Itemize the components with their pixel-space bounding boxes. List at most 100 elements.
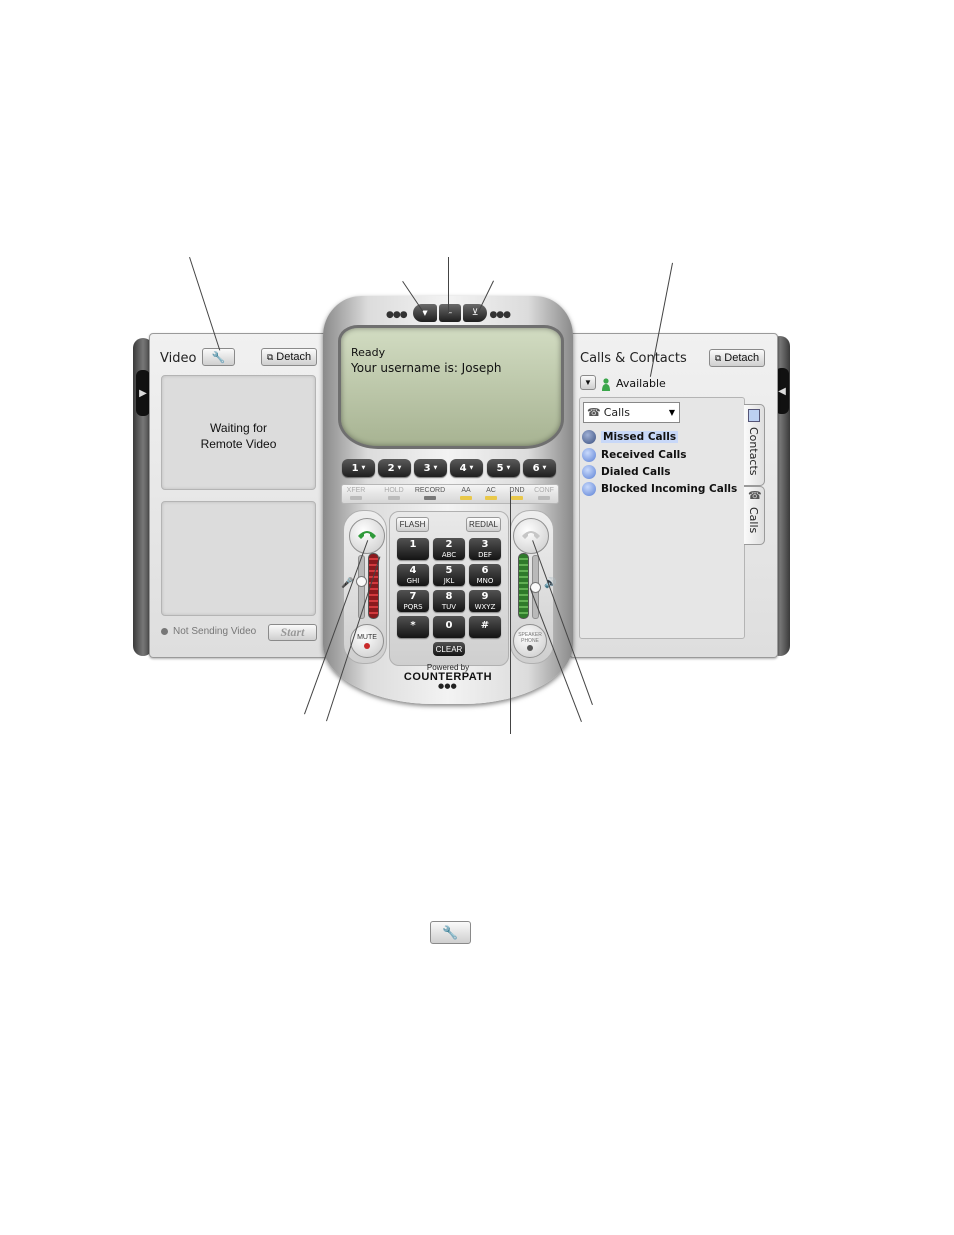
call-list-missed[interactable]: Missed Calls — [582, 430, 679, 444]
call-list-label: Received Calls — [601, 449, 687, 461]
line-key-2[interactable]: 2 ▼ — [378, 459, 411, 477]
keypad-key-hash[interactable]: # — [469, 616, 501, 638]
call-list-blocked[interactable]: Blocked Incoming Calls — [582, 482, 737, 496]
key-digit: 3 — [481, 539, 489, 550]
line-key-5[interactable]: 5 ▼ — [487, 459, 520, 477]
dots-right: ●●● — [489, 310, 511, 320]
keypad-key-2[interactable]: 2 ABC — [433, 538, 465, 560]
redial-button[interactable]: REDIAL — [466, 517, 501, 532]
contacts-detach-label: Detach — [724, 352, 760, 364]
keypad-key-1[interactable]: 1 — [397, 538, 429, 560]
mute-led — [364, 642, 370, 649]
callout-dnd — [510, 492, 511, 734]
auto-answer-button[interactable]: AA — [453, 487, 479, 500]
clear-button[interactable]: CLEAR — [433, 642, 465, 656]
auto-conference-button[interactable]: AC — [478, 487, 504, 500]
person-available-icon — [601, 376, 611, 391]
display-status: Ready — [351, 346, 386, 359]
brand-dots: ● ● ● — [438, 682, 457, 690]
flash-label: FLASH — [399, 520, 426, 529]
keypad-key-6[interactable]: 6 MNO — [469, 564, 501, 586]
feature-label: AC — [486, 487, 496, 494]
record-button[interactable]: RECORD — [414, 487, 446, 500]
feature-label: XFER — [346, 487, 366, 494]
keypad-key-7[interactable]: 7 PQRS — [397, 590, 429, 612]
speakerphone-button[interactable]: SPEAKER PHONE — [513, 624, 547, 658]
blocked-call-icon — [582, 482, 596, 496]
clear-label: CLEAR — [435, 644, 463, 654]
keypad-key-9[interactable]: 9 WXYZ — [469, 590, 501, 612]
hold-led — [388, 496, 400, 500]
call-list-label: Dialed Calls — [601, 466, 671, 478]
hold-button[interactable]: HOLD — [381, 487, 407, 500]
conference-led — [538, 496, 550, 500]
left-collapse-button[interactable]: ▶ — [136, 370, 150, 416]
call-list-received[interactable]: Received Calls — [582, 448, 687, 462]
key-digit: 0 — [445, 620, 453, 631]
line-key-menu-icon: ▼ — [361, 465, 366, 471]
close-button[interactable]: ⊻ — [463, 304, 487, 322]
end-call-button[interactable] — [513, 518, 549, 554]
line-key-label: 3 — [423, 462, 431, 474]
record-led — [424, 496, 436, 500]
call-list-dialed[interactable]: Dialed Calls — [582, 465, 671, 479]
keypad-key-0[interactable]: 0 — [433, 616, 465, 638]
keypad-key-4[interactable]: 4 GHI — [397, 564, 429, 586]
local-video-area — [161, 501, 316, 616]
key-letters: TUV — [441, 603, 457, 611]
line-key-menu-icon: ▼ — [433, 465, 438, 471]
menu-button[interactable]: ▼ — [413, 304, 437, 322]
minimize-button[interactable]: – — [439, 304, 461, 322]
key-letters: MNO — [476, 577, 494, 585]
dots-left: ●●● — [386, 310, 408, 320]
call-button[interactable] — [349, 518, 385, 554]
dialed-call-icon — [582, 465, 596, 479]
contacts-panel-title: Calls & Contacts — [580, 351, 687, 366]
tab-contacts-label: Contacts — [747, 427, 760, 476]
keypad-key-8[interactable]: 8 TUV — [433, 590, 465, 612]
availability-dropdown-button[interactable]: ▼ — [580, 375, 596, 390]
conference-button[interactable]: CONF — [531, 487, 557, 500]
phone-icon: ☎ — [748, 489, 762, 502]
keypad-key-5[interactable]: 5 JKL — [433, 564, 465, 586]
transfer-led — [350, 496, 362, 500]
key-digit: # — [480, 620, 490, 631]
waiting-line-1: Waiting for — [210, 421, 267, 435]
key-digit: 2 — [445, 539, 453, 550]
contacts-tab-icon — [748, 409, 760, 422]
video-panel: Video 🔧 ⧉ Detach Waiting for Remote Vide… — [149, 333, 329, 658]
chevron-down-icon: ▼ — [584, 378, 592, 387]
line-key-menu-icon: ▼ — [542, 465, 547, 471]
keypad-key-3[interactable]: 3 DEF — [469, 538, 501, 560]
key-letters: DEF — [478, 551, 492, 559]
line-key-menu-icon: ▼ — [506, 465, 511, 471]
video-detach-button[interactable]: ⧉ Detach — [261, 348, 317, 366]
call-list-label: Missed Calls — [601, 431, 679, 443]
auto-conference-led — [485, 496, 497, 500]
received-call-icon — [582, 448, 596, 462]
do-not-disturb-button[interactable]: DND — [504, 487, 530, 500]
transfer-button[interactable]: XFER — [343, 487, 369, 500]
video-start-button[interactable]: Start — [268, 624, 317, 641]
speaker-led — [527, 644, 533, 651]
arrow-right-icon: ▶ — [139, 387, 147, 399]
call-list-label: Blocked Incoming Calls — [601, 483, 738, 495]
line-key-3[interactable]: 3 ▼ — [414, 459, 447, 477]
key-letters: PQRS — [403, 603, 423, 611]
feature-label: HOLD — [384, 487, 404, 494]
line-key-1[interactable]: 1 ▼ — [342, 459, 375, 477]
line-key-6[interactable]: 6 ▼ — [523, 459, 556, 477]
redial-label: REDIAL — [469, 520, 498, 529]
tab-contacts[interactable]: Contacts — [744, 404, 765, 486]
line-key-4[interactable]: 4 ▼ — [450, 459, 483, 477]
detach-icon: ⧉ — [266, 351, 274, 362]
speaker-label-2: PHONE — [521, 637, 539, 644]
calls-filter-select[interactable]: ☎ Calls ▼ — [583, 402, 680, 423]
tab-calls[interactable]: ☎ Calls — [744, 486, 765, 545]
flash-button[interactable]: FLASH — [396, 517, 429, 532]
feature-label: RECORD — [414, 487, 446, 494]
detach-icon: ⧉ — [714, 352, 722, 363]
keypad-key-star[interactable]: * — [397, 616, 429, 638]
contacts-detach-button[interactable]: ⧉ Detach — [709, 349, 765, 367]
close-to-tray-icon: ⊻ — [471, 308, 479, 318]
